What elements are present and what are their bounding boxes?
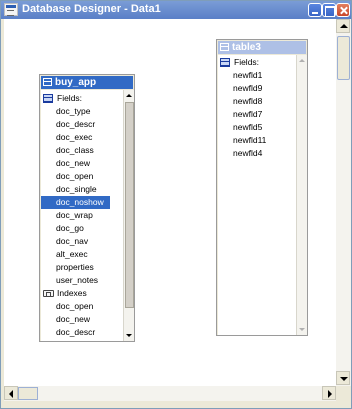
field-newfld8[interactable]: newfld8 [218,95,268,108]
fields-section-header[interactable]: Fields: [41,92,123,105]
table-icon [43,78,52,86]
table-name: buy_app [55,77,97,88]
chevron-down-icon [340,377,348,381]
section-label: Indexes [57,288,87,298]
horizontal-scrollbar[interactable] [4,386,336,401]
index-doc-new[interactable]: doc_new [41,313,96,326]
field-doc-nav[interactable]: doc_nav [41,235,94,248]
index-doc-descr[interactable]: doc_descr [41,326,101,339]
database-designer-window: Database Designer - Data1 buy_app Fields… [0,0,352,409]
field-doc-open[interactable]: doc_open [41,170,99,183]
table-table3[interactable]: table3 Fields: newfld1 newfld9 newfld8 n… [216,39,308,336]
fields-section-header[interactable]: Fields: [218,56,296,69]
database-designer-icon[interactable] [4,3,18,16]
field-doc-type[interactable]: doc_type [41,105,97,118]
size-grip[interactable] [336,386,351,401]
horizontal-scroll-thumb[interactable] [18,387,38,400]
field-doc-new[interactable]: doc_new [41,157,96,170]
vertical-scrollbar[interactable] [336,19,351,386]
field-alt-exec[interactable]: alt_exec [41,248,94,261]
chevron-up-icon [340,24,348,28]
indexes-section-header[interactable]: Indexes [41,287,123,300]
chevron-right-icon [328,390,332,398]
chevron-up-icon[interactable] [125,91,134,100]
title-bar[interactable]: Database Designer - Data1 [1,1,351,19]
fields-icon [43,94,53,103]
section-label: Fields: [57,93,83,103]
field-doc-class[interactable]: doc_class [41,144,100,157]
window-title: Database Designer - Data1 [22,3,161,15]
field-doc-wrap[interactable]: doc_wrap [41,209,99,222]
index-doc-open[interactable]: doc_open [41,300,99,313]
scroll-right-button[interactable] [322,386,336,400]
chevron-down-icon[interactable] [125,331,134,340]
section-label: Fields: [234,57,260,67]
maximize-button[interactable] [322,3,336,17]
table-icon [220,43,229,51]
scroll-up-button[interactable] [336,19,350,33]
field-newfld5[interactable]: newfld5 [218,121,268,134]
chevron-up-icon [298,56,307,65]
table-list-scrollbar [296,55,307,335]
fields-icon [220,58,230,67]
field-doc-noshow[interactable]: doc_noshow [41,196,110,209]
minimize-button[interactable] [308,3,322,17]
field-user-notes[interactable]: user_notes [41,274,104,287]
table-header[interactable]: table3 [218,41,306,54]
list-scroll-thumb[interactable] [125,102,134,308]
scroll-down-button[interactable] [336,371,350,385]
field-newfld11[interactable]: newfld11 [218,134,272,147]
table-buy-app[interactable]: buy_app Fields: doc_type doc_descr doc_e… [39,74,135,342]
vertical-scroll-thumb[interactable] [337,36,350,80]
table-name: table3 [232,42,261,53]
field-doc-single[interactable]: doc_single [41,183,103,196]
field-newfld7[interactable]: newfld7 [218,108,268,121]
field-newfld9[interactable]: newfld9 [218,82,268,95]
window-bottom-border [1,401,351,408]
table-list-scrollbar[interactable] [123,90,134,341]
scroll-left-button[interactable] [4,386,18,400]
chevron-left-icon [9,390,13,398]
field-doc-exec[interactable]: doc_exec [41,131,98,144]
table-column-list[interactable]: Fields: doc_type doc_descr doc_exec doc_… [41,90,123,341]
field-doc-descr[interactable]: doc_descr [41,118,101,131]
field-properties[interactable]: properties [41,261,100,274]
field-doc-go[interactable]: doc_go [41,222,90,235]
field-newfld4[interactable]: newfld4 [218,147,268,160]
table-header[interactable]: buy_app [41,76,133,89]
table-column-list[interactable]: Fields: newfld1 newfld9 newfld8 newfld7 … [218,55,296,335]
chevron-down-icon [298,325,307,334]
indexes-icon [43,290,54,297]
field-newfld1[interactable]: newfld1 [218,69,268,82]
close-button[interactable] [336,3,350,17]
